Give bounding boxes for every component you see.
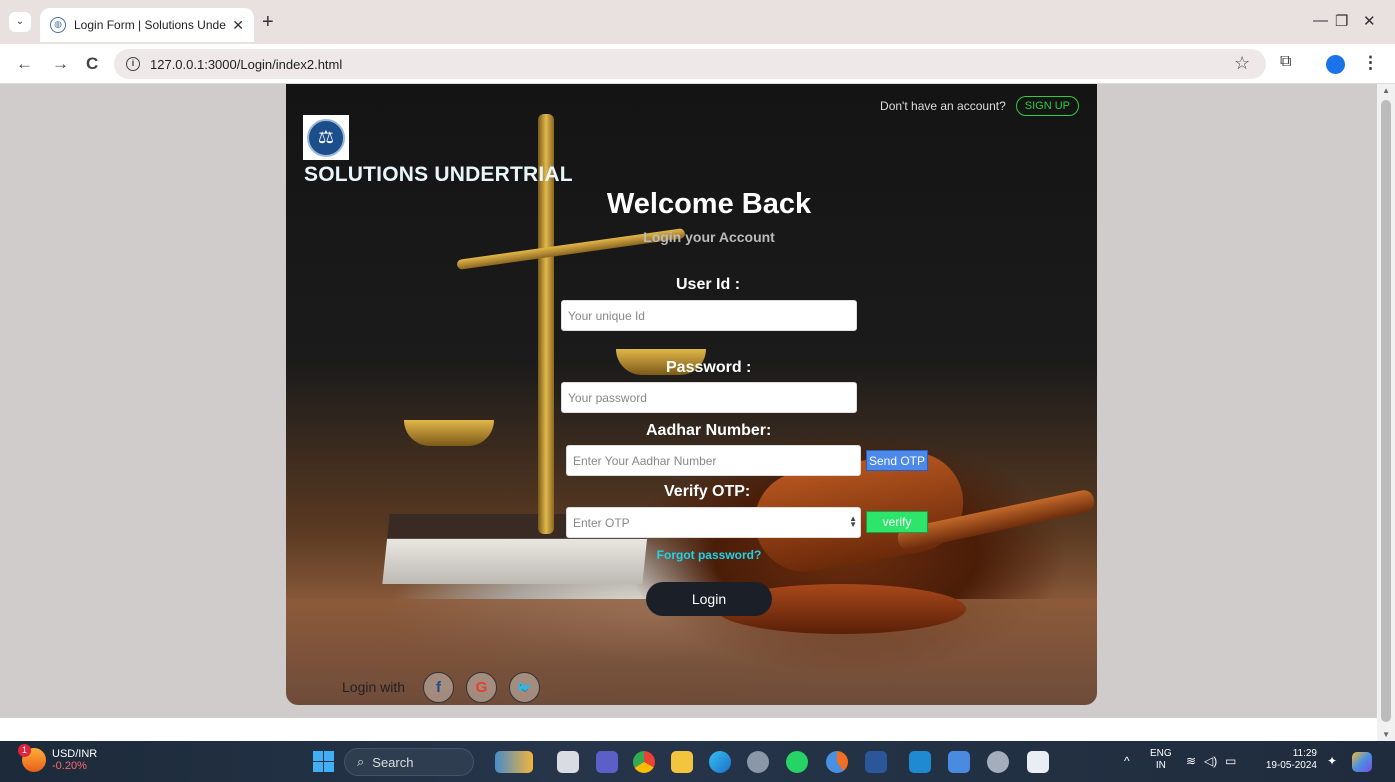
copilot-icon[interactable] — [1352, 752, 1372, 772]
logo: ⚖ — [303, 115, 349, 160]
brand-name: SOLUTIONS UNDERTRIAL — [304, 163, 573, 186]
signup-prompt: Don't have an account? — [880, 99, 1006, 113]
word-icon[interactable] — [865, 751, 887, 773]
address-bar: ← → C i 127.0.0.1:3000/Login/index2.html… — [0, 44, 1395, 84]
back-icon[interactable]: ← — [16, 54, 33, 74]
clock[interactable]: 11:29 19-05-2024 — [1257, 748, 1317, 772]
volume-icon[interactable]: ◁) — [1204, 755, 1217, 767]
reload-icon[interactable]: C — [86, 54, 98, 74]
number-stepper-icon[interactable]: ▲ ▼ — [849, 515, 857, 529]
search-icon: ⌕ — [357, 754, 365, 769]
profile-avatar-icon[interactable] — [1326, 55, 1345, 74]
login-card: Don't have an account? SIGN UP ⚖ SOLUTIO… — [286, 84, 1097, 705]
login-with-label: Login with — [342, 679, 406, 695]
page-subtitle: Login your Account — [643, 229, 775, 245]
notepad-icon[interactable] — [948, 751, 970, 773]
scroll-up-icon[interactable]: ▲ — [1382, 86, 1390, 95]
search-label: Search — [372, 754, 414, 770]
otp-label: Verify OTP: — [664, 483, 751, 500]
lang-top: ENG — [1150, 748, 1172, 759]
firefox-icon[interactable] — [826, 751, 848, 773]
verify-button[interactable]: verify — [866, 511, 928, 533]
whatsapp-icon[interactable] — [786, 751, 808, 773]
lang-bottom: IN — [1155, 760, 1166, 771]
browser-tab-bar: ⌄ ◍ Login Form | Solutions Undertri ✕ + … — [0, 0, 1395, 44]
twitter-icon[interactable]: 🐦 — [509, 672, 540, 703]
windows-start-icon[interactable] — [313, 751, 334, 772]
login-button[interactable]: Login — [646, 582, 772, 616]
globe-icon: ◍ — [50, 17, 66, 33]
page-title: Welcome Back — [606, 188, 812, 220]
extensions-icon[interactable]: ⧉ — [1280, 53, 1291, 71]
minimize-icon[interactable]: — — [1313, 12, 1328, 29]
tray-chevron-up-icon[interactable]: ^ — [1124, 755, 1130, 767]
bookmark-star-icon[interactable]: ☆ — [1234, 53, 1250, 74]
tab-search-chevron-icon[interactable]: ⌄ — [9, 12, 31, 32]
facebook-icon[interactable]: f — [423, 672, 454, 703]
otp-field-wrapper: ▲▼ — [566, 507, 861, 538]
snipping-tool-icon[interactable] — [1027, 751, 1049, 773]
widgets-app-icon[interactable] — [495, 751, 533, 773]
more-menu-icon[interactable]: ⋮ — [1362, 53, 1379, 73]
file-explorer-icon[interactable] — [671, 751, 693, 773]
teams-icon[interactable] — [596, 751, 618, 773]
browser-tab[interactable]: ◍ Login Form | Solutions Undertri ✕ — [40, 8, 254, 42]
clock-time: 11:29 — [1292, 748, 1317, 759]
vscode-icon[interactable] — [909, 751, 931, 773]
url-text: 127.0.0.1:3000/Login/index2.html — [150, 56, 343, 72]
chrome-icon[interactable] — [633, 751, 655, 773]
user-id-input[interactable] — [561, 300, 857, 331]
settings-app-icon[interactable] — [747, 751, 769, 773]
otp-input[interactable] — [566, 507, 861, 538]
edge-icon[interactable] — [709, 751, 731, 773]
notification-badge: 1 — [18, 744, 31, 757]
signup-area: Don't have an account? SIGN UP — [880, 96, 1079, 116]
notifications-icon[interactable]: ✦ — [1327, 755, 1337, 767]
language-indicator[interactable]: ENG IN — [1150, 748, 1172, 772]
send-otp-button[interactable]: Send OTP — [866, 450, 928, 471]
scroll-thumb[interactable] — [1381, 100, 1391, 722]
forgot-password-link[interactable]: Forgot password? — [286, 548, 1097, 562]
stock-flame-icon: 1 — [18, 744, 46, 772]
ticker-name: USD/INR — [52, 748, 98, 760]
clock-date: 19-05-2024 — [1265, 760, 1317, 771]
battery-icon[interactable]: ▭ — [1225, 755, 1236, 767]
forward-icon[interactable]: → — [52, 54, 69, 74]
close-window-icon[interactable]: ✕ — [1363, 12, 1376, 30]
wifi-icon[interactable]: ≋ — [1186, 755, 1196, 767]
signup-button[interactable]: SIGN UP — [1015, 96, 1079, 116]
ticker-change: -0.20% — [52, 760, 87, 772]
restore-icon[interactable]: ❐ — [1335, 12, 1348, 30]
tab-title: Login Form | Solutions Undertri — [74, 18, 227, 32]
scroll-down-icon[interactable]: ▼ — [1382, 730, 1390, 739]
password-input[interactable] — [561, 382, 857, 413]
site-info-icon[interactable]: i — [126, 57, 140, 71]
taskbar-search[interactable]: ⌕ Search — [344, 748, 474, 776]
user-id-label: User Id : — [676, 276, 741, 293]
google-icon[interactable]: G — [466, 672, 497, 703]
page-bottom-strip — [0, 718, 1377, 741]
password-label: Password : — [666, 359, 752, 376]
tab-close-icon[interactable]: ✕ — [232, 17, 244, 34]
background-scale-pan-left — [404, 420, 494, 446]
gear-icon[interactable] — [987, 751, 1009, 773]
task-view-icon[interactable] — [557, 751, 579, 773]
new-tab-icon[interactable]: + — [262, 12, 274, 32]
justice-scale-icon: ⚖ — [307, 118, 345, 157]
aadhar-label: Aadhar Number: — [646, 422, 772, 439]
stock-widget[interactable]: 1 USD/INR -0.20% — [18, 744, 98, 772]
url-field[interactable]: i 127.0.0.1:3000/Login/index2.html — [114, 49, 1266, 79]
aadhar-input[interactable] — [566, 445, 861, 476]
